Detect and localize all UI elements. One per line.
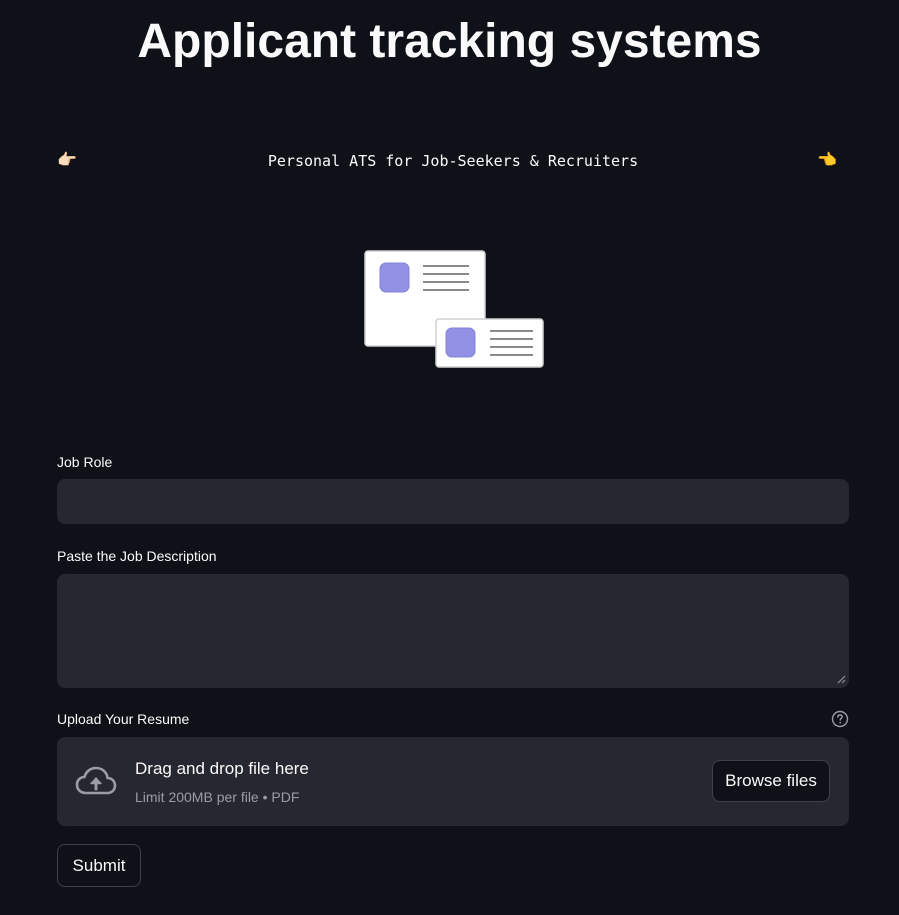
cloud-upload-icon	[75, 766, 117, 795]
tagline-row: 👉🏻 Personal ATS for Job-Seekers & Recrui…	[57, 148, 849, 174]
pointing-left-emoji: 👈	[817, 152, 837, 169]
job-role-label: Job Role	[57, 454, 113, 470]
submit-button[interactable]: Submit	[57, 844, 141, 887]
dropzone-subtitle: Limit 200MB per file • PDF	[135, 789, 300, 805]
app-root: Applicant tracking systems 👉🏻 Personal A…	[0, 0, 899, 915]
dropzone-title: Drag and drop file here	[135, 759, 309, 778]
job-role-input[interactable]	[57, 479, 849, 524]
resume-upload-label: Upload Your Resume	[57, 711, 190, 727]
id-cards-illustration	[364, 250, 544, 368]
resume-dropzone[interactable]: Drag and drop file here Limit 200MB per …	[57, 737, 849, 826]
tagline: Personal ATS for Job-Seekers & Recruiter…	[267, 152, 639, 170]
resize-handle-icon[interactable]	[836, 674, 846, 684]
job-description-label: Paste the Job Description	[57, 548, 217, 564]
page-title: Applicant tracking systems	[137, 15, 762, 68]
job-description-textarea[interactable]	[57, 574, 849, 688]
question-circle-icon[interactable]	[831, 710, 849, 728]
browse-files-button[interactable]: Browse files	[712, 760, 830, 802]
